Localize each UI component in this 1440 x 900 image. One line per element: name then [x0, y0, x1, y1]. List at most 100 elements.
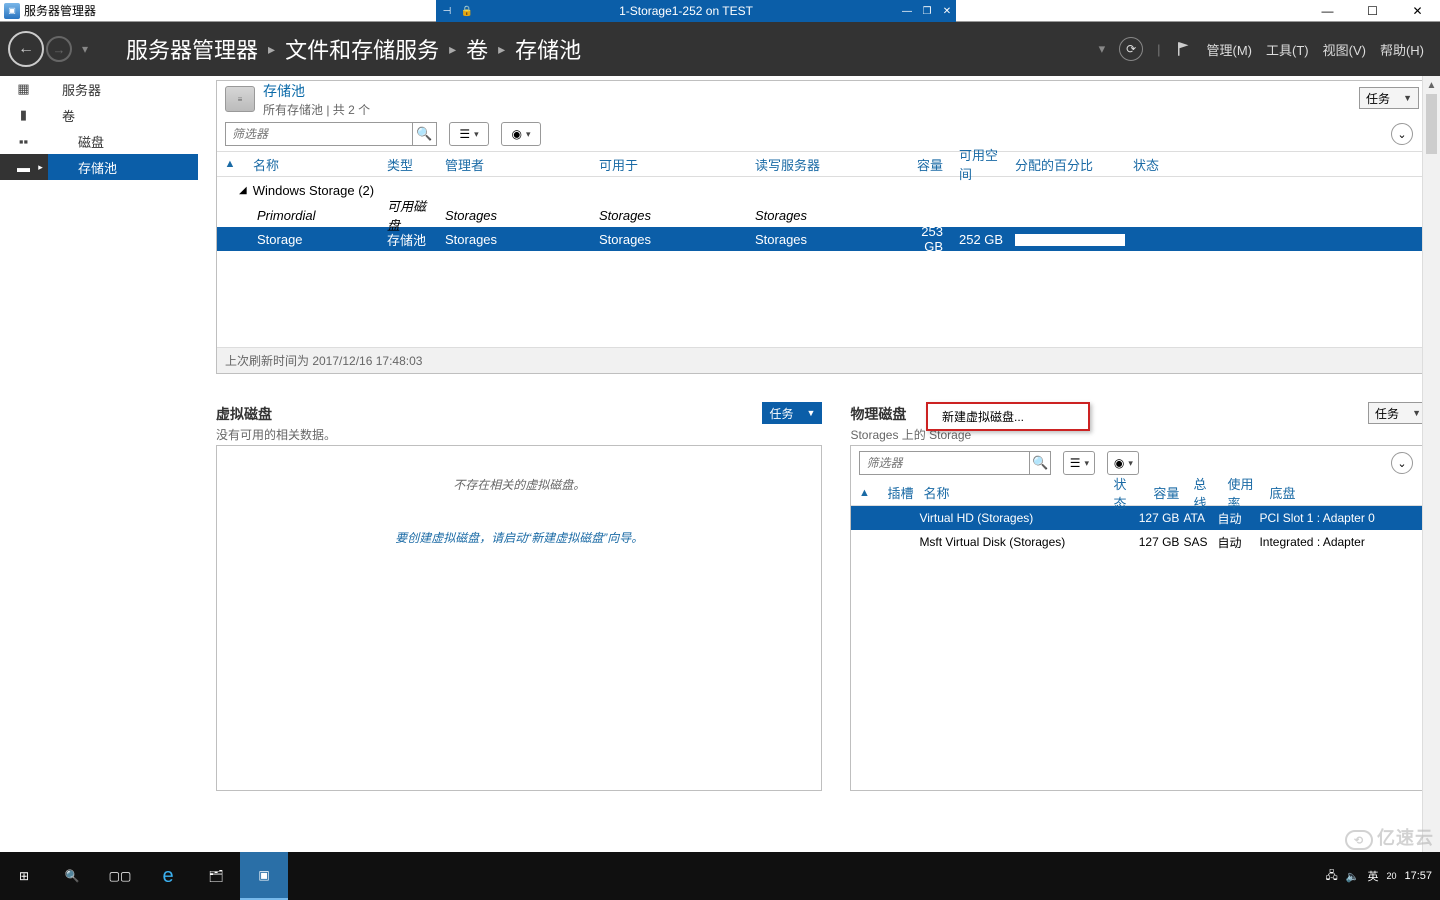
refresh-icon[interactable]: ⟳	[1119, 37, 1143, 61]
menu-view[interactable]: 视图(V)	[1323, 40, 1366, 59]
pools-expand-button[interactable]: ⌄	[1391, 123, 1413, 145]
pcol-chas[interactable]: 底盘	[1259, 483, 1389, 502]
pools-row-primordial[interactable]: Primordial 可用磁盘 Storages Storages Storag…	[217, 203, 1427, 227]
vdisks-empty-msg2[interactable]: 要创建虚拟磁盘，请启动“新建虚拟磁盘”向导。	[395, 529, 643, 546]
vdisks-subtitle: 没有可用的相关数据。	[216, 426, 822, 443]
rail-storage-icon[interactable]: ▬▸	[0, 154, 48, 180]
pools-group-button[interactable]: ◉ ▾	[501, 122, 541, 146]
taskbar-search-icon[interactable]: 🔍	[48, 852, 96, 900]
pdisks-group-button[interactable]: ◉▾	[1107, 451, 1139, 475]
pdisks-filter-input[interactable]	[860, 456, 1029, 470]
pdisks-tasks-button[interactable]: 任务▼	[1368, 402, 1428, 424]
menu-tools[interactable]: 工具(T)	[1266, 40, 1309, 59]
tray-network-icon[interactable]: 🖧	[1325, 867, 1337, 886]
rail-local-icon[interactable]: ▮	[0, 102, 48, 128]
nav-history-dropdown[interactable]: ▾	[82, 42, 88, 56]
app-title: 服务器管理器	[24, 2, 96, 19]
col-rw[interactable]: 读写服务器	[745, 155, 901, 174]
clock[interactable]: 17:57	[1404, 870, 1432, 882]
nav-forward-button[interactable]: →	[46, 36, 72, 62]
notifications-flag-icon[interactable]	[1175, 40, 1193, 58]
pdisks-expand-button[interactable]: ⌄	[1391, 452, 1413, 474]
pdisks-view-button[interactable]: ☰▾	[1063, 451, 1095, 475]
lock-icon[interactable]: 🔒	[458, 2, 476, 20]
nav-back-button[interactable]: ←	[8, 31, 44, 67]
pdisk-row-0[interactable]: Virtual HD (Storages) 127 GB ATA 自动 PCI …	[851, 506, 1427, 530]
pin-icon[interactable]: ⊣	[438, 2, 456, 20]
col-stat[interactable]: 状态	[1123, 155, 1203, 174]
close-icon[interactable]: ✕	[938, 2, 956, 20]
outer-max-button[interactable]: ☐	[1350, 0, 1395, 22]
crumb-3[interactable]: 存储池	[515, 33, 581, 65]
outer-close-button[interactable]: ✕	[1395, 0, 1440, 22]
search-icon[interactable]: 🔍	[1029, 452, 1050, 474]
breadcrumb: 服务器管理器▸ 文件和存储服务▸ 卷▸ 存储池	[126, 33, 581, 65]
pools-panel: ≡ 存储池 所有存储池 | 共 2 个 任务▼ 🔍 ☰ ▾ ◉ ▾ ⌄ ▲	[216, 80, 1428, 374]
pcol-use[interactable]: 使用率	[1217, 474, 1259, 512]
menu-new-vdisk[interactable]: 新建虚拟磁盘...	[928, 404, 1088, 429]
pools-tasks-button[interactable]: 任务▼	[1359, 87, 1419, 109]
ime-indicator[interactable]: 英	[1367, 868, 1378, 884]
ime-num[interactable]: 20	[1386, 871, 1396, 881]
app-icon: ▣	[4, 3, 20, 19]
pools-header-icon: ≡	[225, 86, 255, 112]
sort-icon[interactable]: ▲	[217, 158, 243, 170]
crumb-root[interactable]: 服务器管理器	[126, 33, 258, 65]
vdisks-empty-box: 不存在相关的虚拟磁盘。 要创建虚拟磁盘，请启动“新建虚拟磁盘”向导。	[216, 445, 822, 791]
pools-subtitle: 所有存储池 | 共 2 个	[263, 101, 370, 118]
crumb-2[interactable]: 卷	[466, 33, 488, 65]
restore-icon[interactable]: ❐	[918, 2, 936, 20]
pcol-name[interactable]: 名称	[913, 483, 1103, 502]
allocation-bar	[1015, 234, 1125, 246]
sidebar-item-servers[interactable]: 服务器	[48, 76, 198, 102]
menu-help[interactable]: 帮助(H)	[1380, 40, 1424, 59]
rail-dashboard-icon[interactable]: ▦	[0, 76, 48, 102]
sidebar-item-pools[interactable]: 存储池	[48, 154, 198, 180]
content: ≡ 存储池 所有存储池 | 共 2 个 任务▼ 🔍 ☰ ▾ ◉ ▾ ⌄ ▲	[198, 76, 1440, 852]
pools-row-storage[interactable]: Storage 存储池 Storages Storages Storages 2…	[217, 227, 1427, 251]
sort-icon[interactable]: ▲	[851, 487, 877, 499]
search-icon[interactable]: 🔍	[412, 123, 436, 145]
explorer-icon[interactable]: 🗂	[192, 852, 240, 900]
nav-dropdown-icon[interactable]: ▾	[1099, 41, 1106, 57]
sidebar-item-volumes[interactable]: 卷	[48, 102, 198, 128]
menu-manage[interactable]: 管理(M)	[1207, 40, 1253, 59]
pdisks-filter-box[interactable]: 🔍	[859, 451, 1051, 475]
sidebar-item-disks[interactable]: 磁盘	[48, 128, 198, 154]
pcol-stat[interactable]: 状态	[1103, 474, 1133, 512]
vdisks-empty-msg1: 不存在相关的虚拟磁盘。	[453, 476, 585, 493]
pcol-slot[interactable]: 插槽	[877, 483, 913, 502]
inner-titlebar[interactable]: ⊣ 🔒 1-Storage1-252 on TEST — ❐ ✕	[436, 0, 956, 22]
vdisks-context-menu: 新建虚拟磁盘...	[926, 402, 1090, 431]
col-pct[interactable]: 分配的百分比	[1005, 155, 1123, 174]
col-name[interactable]: 名称	[243, 155, 377, 174]
watermark: ⟲亿速云	[1345, 824, 1434, 851]
pools-grid: ▲ 名称 类型 管理者 可用于 读写服务器 容量 可用空间 分配的百分比 状态 …	[217, 151, 1427, 373]
ie-icon[interactable]: e	[144, 852, 192, 900]
col-avail[interactable]: 可用于	[589, 155, 745, 174]
outer-min-button[interactable]: —	[1305, 0, 1350, 22]
col-cap[interactable]: 容量	[901, 155, 949, 174]
content-scrollbar[interactable]: ▲	[1422, 76, 1440, 852]
inner-title: 1-Storage1-252 on TEST	[476, 4, 896, 18]
pdisk-row-1[interactable]: Msft Virtual Disk (Storages) 127 GB SAS …	[851, 530, 1427, 554]
col-free[interactable]: 可用空间	[949, 145, 1005, 183]
col-type[interactable]: 类型	[377, 155, 435, 174]
pools-view-button[interactable]: ☰ ▾	[449, 122, 489, 146]
tray-volume-icon[interactable]: 🔈	[1346, 870, 1360, 883]
pools-title: 存储池	[263, 81, 370, 101]
rail-all-icon[interactable]: ▪▪	[0, 128, 48, 154]
pcol-cap[interactable]: 容量	[1133, 483, 1183, 502]
outer-window-controls: — ☐ ✕	[1305, 0, 1440, 22]
min-icon[interactable]: —	[898, 2, 916, 20]
taskview-icon[interactable]: ▢▢	[96, 852, 144, 900]
pcol-bus[interactable]: 总线	[1183, 474, 1217, 512]
start-button[interactable]: ⊞	[0, 852, 48, 900]
pools-filter-input[interactable]	[226, 127, 412, 141]
pools-filter-box[interactable]: 🔍	[225, 122, 437, 146]
vdisks-tasks-button[interactable]: 任务▼	[762, 402, 822, 424]
col-mgr[interactable]: 管理者	[435, 155, 589, 174]
vdisks-title: 虚拟磁盘	[216, 404, 822, 424]
server-manager-taskbar-icon[interactable]: ▣	[240, 852, 288, 900]
crumb-1[interactable]: 文件和存储服务	[285, 33, 439, 65]
